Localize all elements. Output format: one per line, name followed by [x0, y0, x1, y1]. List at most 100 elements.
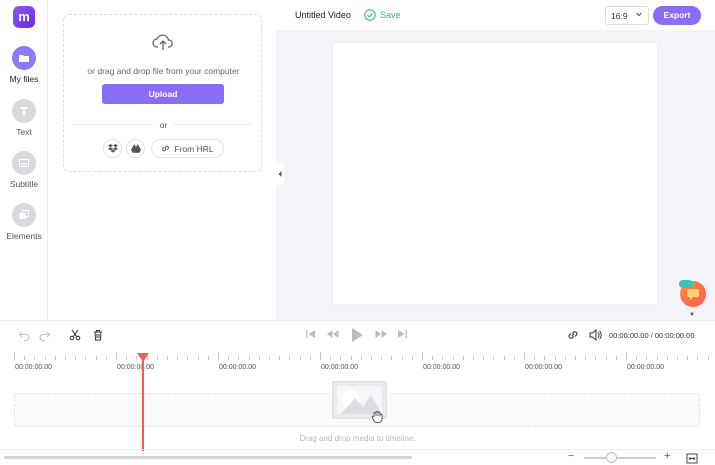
zoom-slider[interactable] — [584, 457, 656, 459]
sidebar-item-label: Elements — [6, 231, 42, 241]
ruler-tick — [483, 356, 485, 360]
ruler-tick — [105, 356, 107, 360]
timeline-scrollbar[interactable] — [4, 456, 412, 459]
ruler-tick — [85, 356, 87, 360]
skip-start-icon — [306, 330, 315, 338]
ruler-tick — [289, 356, 291, 360]
skip-end-button[interactable] — [397, 329, 408, 339]
ruler-tick — [656, 356, 658, 360]
sidebar-item-label: Subtitle — [9, 179, 39, 189]
upload-button[interactable]: Upload — [102, 84, 224, 104]
tick-label: 00:00:00.00 — [321, 364, 358, 371]
ruler-tick — [14, 352, 15, 360]
fit-timeline-button[interactable] — [686, 451, 698, 465]
sidebar-item-label: Text — [16, 127, 32, 137]
ruler-tick — [258, 356, 260, 360]
ruler-tick — [381, 356, 383, 360]
grab-hand-icon — [371, 410, 383, 428]
from-url-label: From HRL — [174, 143, 214, 154]
link-button[interactable] — [567, 329, 579, 341]
sidebar-item-elements[interactable]: Elements — [0, 203, 48, 241]
fast-forward-button[interactable] — [375, 329, 388, 339]
ruler-tick — [595, 356, 597, 360]
redo-button[interactable] — [39, 329, 51, 341]
link-icon — [162, 145, 170, 152]
play-button[interactable] — [351, 327, 364, 343]
sidebar-item-text[interactable]: Text — [0, 99, 48, 137]
ruler-tick — [605, 356, 607, 360]
dropbox-button[interactable] — [103, 139, 122, 158]
caret-left-icon — [278, 171, 282, 177]
playhead-line[interactable] — [142, 356, 144, 451]
ruler-tick — [391, 356, 393, 360]
ruler-tick — [116, 352, 117, 360]
tick-label: 00:00:00.00 — [423, 364, 460, 371]
timeline-ruler[interactable] — [14, 352, 715, 360]
folder-icon — [12, 46, 36, 70]
aspect-ratio-select[interactable]: 16:9 — [605, 6, 649, 25]
delete-button[interactable] — [92, 329, 104, 341]
ruler-tick — [697, 356, 699, 360]
or-label: or — [153, 120, 174, 130]
dropbox-icon — [107, 144, 118, 153]
ruler-tick — [167, 356, 168, 360]
chevron-down-icon[interactable]: ▼ — [689, 312, 695, 318]
export-button[interactable]: Export — [653, 6, 701, 25]
zoom-in-button[interactable]: + — [664, 450, 670, 462]
split-button[interactable] — [69, 329, 81, 341]
ruler-tick — [309, 356, 311, 360]
ruler-tick — [340, 356, 342, 360]
app-logo[interactable]: m — [13, 6, 35, 28]
ruler-tick — [177, 356, 179, 360]
skip-start-button[interactable] — [305, 329, 316, 339]
ruler-tick — [422, 352, 423, 360]
ruler-tick — [636, 356, 638, 360]
chat-icon — [687, 289, 699, 300]
video-canvas[interactable] — [333, 43, 657, 304]
undo-button[interactable] — [18, 329, 30, 341]
sidebar: m My files Text Subtitle Elements — [0, 0, 48, 320]
collapse-panel-button[interactable] — [276, 163, 284, 185]
sidebar-item-my-files[interactable]: My files — [0, 46, 48, 84]
fast-forward-icon — [375, 330, 387, 338]
aspect-ratio-value: 16:9 — [611, 10, 628, 21]
video-editor: m My files Text Subtitle Elements or dra… — [0, 0, 715, 465]
divider — [0, 449, 715, 450]
playhead-handle[interactable] — [137, 353, 149, 362]
subtitle-icon — [12, 151, 36, 175]
ruler-tick — [615, 356, 617, 360]
ruler-tick — [248, 356, 250, 360]
zoom-out-button[interactable]: − — [568, 451, 574, 462]
ruler-tick — [493, 356, 495, 360]
ruler-tick — [34, 356, 36, 360]
zoom-slider-handle[interactable] — [606, 452, 617, 463]
ruler-tick — [207, 356, 209, 360]
volume-icon — [589, 329, 602, 341]
from-url-button[interactable]: From HRL — [151, 139, 224, 158]
fit-width-icon — [686, 453, 698, 464]
or-separator: or — [64, 120, 263, 130]
rewind-button[interactable] — [326, 329, 339, 339]
upload-dropzone[interactable]: or drag and drop file from your computer… — [63, 14, 262, 172]
elements-icon — [12, 203, 36, 227]
ruler-tick — [197, 356, 199, 360]
timeline-drop-hint: Drag and drop media to timeline. — [299, 434, 416, 443]
ruler-tick — [503, 356, 505, 360]
drop-instructions: or drag and drop file from your computer — [87, 66, 240, 76]
tick-label: 00:00:00.00 — [15, 364, 52, 371]
divider — [0, 320, 715, 321]
ruler-tick — [269, 356, 270, 360]
ruler-tick — [350, 356, 352, 360]
tick-label: 00:00:00.00 — [525, 364, 562, 371]
volume-button[interactable] — [589, 329, 602, 341]
timecode: 00:00:00.00 / 00:00:00.00 — [609, 331, 695, 340]
tick-label: 00:00:00.00 — [627, 364, 664, 371]
ruler-tick — [432, 356, 434, 360]
rewind-icon — [327, 330, 339, 338]
play-icon — [352, 328, 363, 342]
ruler-tick — [371, 356, 372, 360]
google-drive-button[interactable] — [126, 139, 145, 158]
video-title[interactable]: Untitled Video — [295, 10, 351, 20]
sidebar-item-subtitle[interactable]: Subtitle — [0, 151, 48, 189]
save-status[interactable]: Save — [364, 9, 401, 21]
